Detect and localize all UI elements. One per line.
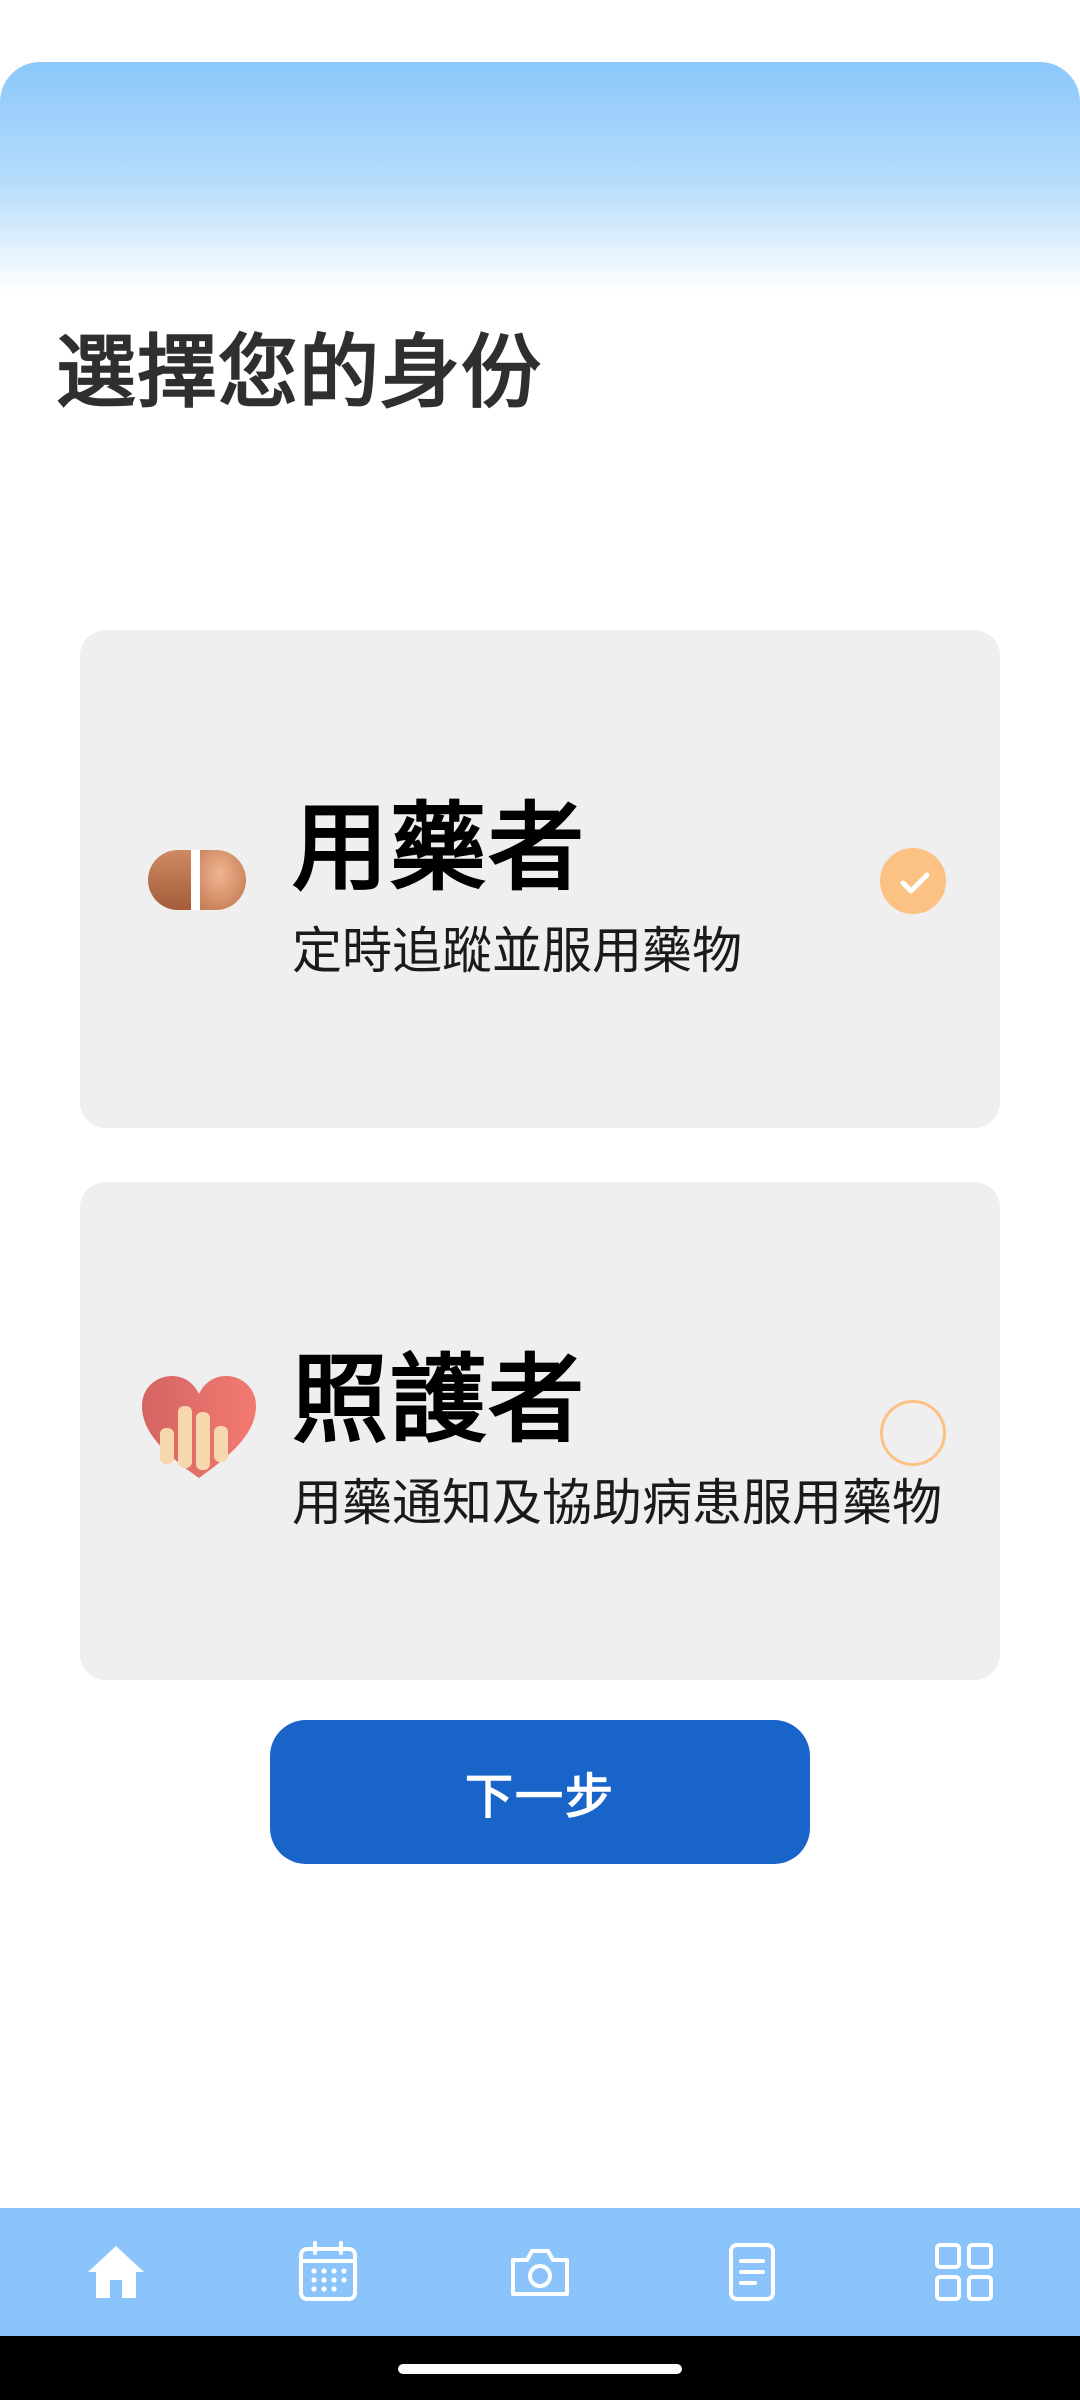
camera-icon: [511, 2249, 569, 2296]
nav-item-more[interactable]: [914, 2222, 1014, 2322]
home-gesture-handle[interactable]: [398, 2364, 682, 2374]
calendar-icon: [299, 2241, 357, 2301]
role-description: 用藥通知及協助病患服用藥物: [292, 1474, 942, 1532]
role-card-medication-user[interactable]: 用藥者 定時追蹤並服用藥物: [80, 630, 1000, 1128]
role-description: 定時追蹤並服用藥物: [292, 922, 742, 980]
system-gesture-bar: [0, 2336, 1080, 2400]
nav-item-camera[interactable]: [490, 2222, 590, 2322]
page-title: 選擇您的身份: [56, 326, 542, 419]
nav-item-document[interactable]: [702, 2222, 802, 2322]
nav-item-calendar[interactable]: [278, 2222, 378, 2322]
status-bar: [0, 0, 1080, 62]
role-card-caregiver[interactable]: 照護者 用藥通知及協助病患服用藥物: [80, 1182, 1000, 1680]
document-icon: [729, 2243, 775, 2301]
grid-icon: [935, 2243, 993, 2301]
home-icon: [88, 2246, 144, 2298]
heart-hands-icon: [138, 1372, 260, 1482]
bottom-nav: [0, 2208, 1080, 2336]
next-button[interactable]: 下一步: [270, 1720, 810, 1864]
checkmark-icon: [900, 872, 930, 894]
role-name: 照護者: [292, 1344, 586, 1456]
pill-icon: [146, 848, 248, 912]
role-radio-unselected[interactable]: [880, 1400, 946, 1466]
role-radio-selected[interactable]: [880, 848, 946, 914]
role-name: 用藥者: [292, 792, 586, 904]
nav-item-home[interactable]: [66, 2222, 166, 2322]
